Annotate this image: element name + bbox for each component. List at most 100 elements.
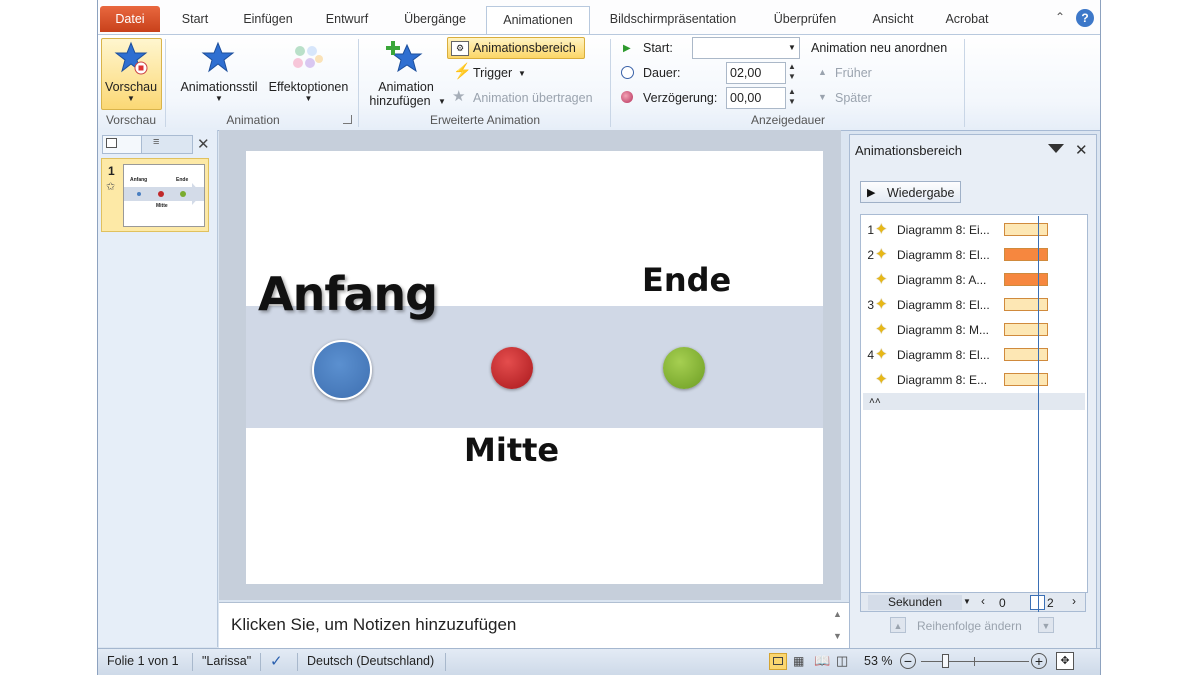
effektoptionen-dropdown-icon[interactable]: ▼ [261,94,356,103]
animation-item[interactable]: ✦ Diagramm 8: A... [861,268,1085,293]
sekunden-dropdown[interactable]: Sekunden [868,595,962,610]
zoom-in-icon[interactable]: + [1031,653,1047,669]
animation-item-label: Diagramm 8: El... [897,348,990,362]
zoom-slider-center-tick [974,657,975,666]
collapse-chevron-icon[interactable]: ˄˄ [863,393,1085,410]
status-sprache[interactable]: Deutsch (Deutschland) [307,654,434,668]
zoom-slider-thumb[interactable] [942,654,949,668]
spaeter-button[interactable]: Später [835,91,872,105]
spellcheck-icon[interactable]: ✓ [270,652,283,670]
slide-number: 1 [108,164,115,178]
fit-to-window-icon[interactable]: ✥ [1056,652,1074,670]
animation-hinzufuegen-label-1[interactable]: Animation [364,80,448,94]
animation-timing-bar[interactable] [1004,373,1048,386]
animationsstil-button[interactable]: Animationsstil [174,80,264,94]
status-zoom[interactable]: 53 % [864,654,893,668]
effektoptionen-button[interactable]: Effektoptionen [261,80,356,94]
start-dropdown[interactable] [692,37,800,59]
slides-tab-icon [106,138,117,148]
animation-timing-bar[interactable] [1004,323,1048,336]
slide-sorter-icon[interactable]: ▦ [793,654,804,668]
notes-placeholder[interactable]: Klicken Sie, um Notizen hinzuzufügen [231,615,516,635]
reihenfolge-up-icon[interactable]: ▲ [890,617,906,633]
help-icon[interactable]: ? [1076,9,1094,27]
tab-animationen[interactable]: Animationen [486,6,590,35]
animation-effect-star-icon: ✦ [875,221,888,238]
slide-animation-star-icon: ✩ [106,181,116,193]
dauer-spinner[interactable]: ▲ ▼ [786,62,798,84]
group-label-anzeigedauer: Anzeigedauer [750,113,826,127]
start-dropdown-arrow-icon[interactable]: ▼ [788,43,796,52]
animation-item[interactable]: 2 ✦ Diagramm 8: El... [861,243,1085,268]
animation-item-label: Diagramm 8: A... [897,273,987,287]
timeline-right-icon[interactable]: › [1072,594,1076,608]
status-theme[interactable]: "Larissa" [202,654,251,668]
animation-item[interactable]: ✦ Diagramm 8: M... [861,318,1085,343]
notes-scroll-down-icon[interactable]: ▼ [833,631,842,641]
frueher-button[interactable]: Früher [835,66,872,80]
trigger-dropdown-icon[interactable]: ▼ [518,69,526,78]
zoom-slider-track[interactable] [921,661,1029,662]
slide-text-mitte[interactable]: Mitte [464,431,559,469]
group-label-animation: Animation [226,113,280,127]
notes-scroll-up-icon[interactable]: ▲ [833,609,842,619]
dialog-launcher-icon[interactable] [343,115,352,124]
verzoegerung-field[interactable]: 00,00 [726,87,786,109]
animation-effect-star-icon: ✦ [875,271,888,288]
timeline-left-icon[interactable]: ‹ [981,594,985,608]
close-panel-icon[interactable]: ✕ [197,135,210,153]
outline-tab[interactable] [141,135,193,154]
slideshow-icon[interactable]: ◫ [836,653,848,669]
animation-timing-bar[interactable] [1004,348,1048,361]
anim-pane-close-icon[interactable]: ✕ [1075,141,1088,159]
notes-pane[interactable]: Klicken Sie, um Notizen hinzuzufügen ▲ ▼ [219,602,852,648]
dauer-field[interactable]: 02,00 [726,62,786,84]
status-separator [260,653,261,671]
verzoegerung-spinner[interactable]: ▲ ▼ [786,87,798,109]
anim-pane-menu-icon[interactable] [1048,144,1064,153]
animation-item[interactable]: ✦ Diagramm 8: E... [861,368,1085,393]
reihenfolge-down-icon[interactable]: ▼ [1038,617,1054,633]
animation-hinzufuegen-label-2[interactable]: hinzufügen [362,94,438,108]
animationsstil-star-icon [201,41,235,73]
tab-acrobat[interactable]: Acrobat [934,8,1000,32]
normal-view-inner-icon [773,657,783,665]
tab-datei[interactable]: Datei [100,6,160,32]
status-folie: Folie 1 von 1 [107,654,179,668]
animation-timing-bar[interactable] [1004,248,1048,261]
minimize-ribbon-icon[interactable]: ⌃ [1055,10,1065,24]
tab-bildschirmpräsentation[interactable]: Bildschirmpräsentation [594,8,752,32]
animation-item-label: Diagramm 8: El... [897,298,990,312]
tab-start[interactable]: Start [168,8,222,32]
slide-title-anfang[interactable]: Anfang [258,267,438,321]
reading-view-icon[interactable]: 📖 [814,653,830,669]
animation-timing-bar[interactable] [1004,273,1048,286]
animation-timing-bar[interactable] [1004,298,1048,311]
red-circle[interactable] [491,347,533,389]
slide-canvas[interactable]: Anfang Ende Mitte [246,151,823,584]
trigger-button[interactable]: Trigger [473,66,512,80]
sekunden-dropdown-arrow-icon[interactable]: ▼ [963,597,971,606]
animation-item[interactable]: 4 ✦ Diagramm 8: El... [861,343,1085,368]
animation-hinzufuegen-dropdown-icon[interactable]: ▼ [438,97,446,106]
ribbon-animationen: Vorschau ▼ Vorschau Animationsstil ▼ Eff… [98,34,1100,131]
animation-item[interactable]: 3 ✦ Diagramm 8: El... [861,293,1085,318]
tab-entwurf[interactable]: Entwurf [314,8,380,32]
zoom-out-icon[interactable]: − [900,653,916,669]
thumb-ende: Ende [176,177,189,183]
tab-ansicht[interactable]: Ansicht [860,8,926,32]
animation-item[interactable]: 1 ✦ Diagramm 8: Ei... [861,218,1085,243]
blue-circle[interactable] [312,340,372,400]
green-circle[interactable] [663,347,705,389]
tab-überprüfen[interactable]: Überprüfen [760,8,850,32]
tab-einfügen[interactable]: Einfügen [228,8,308,32]
animation-timing-bar[interactable] [1004,223,1048,236]
animationsstil-dropdown-icon[interactable]: ▼ [174,94,264,103]
start-play-icon: ▶ [623,43,631,54]
powerpoint-window: Datei Start Einfügen Entwurf Übergänge Animat… [97,0,1101,675]
animation-uebertragen-button[interactable]: Animation übertragen [473,91,593,105]
tab-übergänge[interactable]: Übergänge [390,8,480,32]
preview-star-icon [114,41,148,75]
slide-text-ende[interactable]: Ende [642,261,731,299]
anim-pane-title: Animationsbereich [855,143,962,158]
